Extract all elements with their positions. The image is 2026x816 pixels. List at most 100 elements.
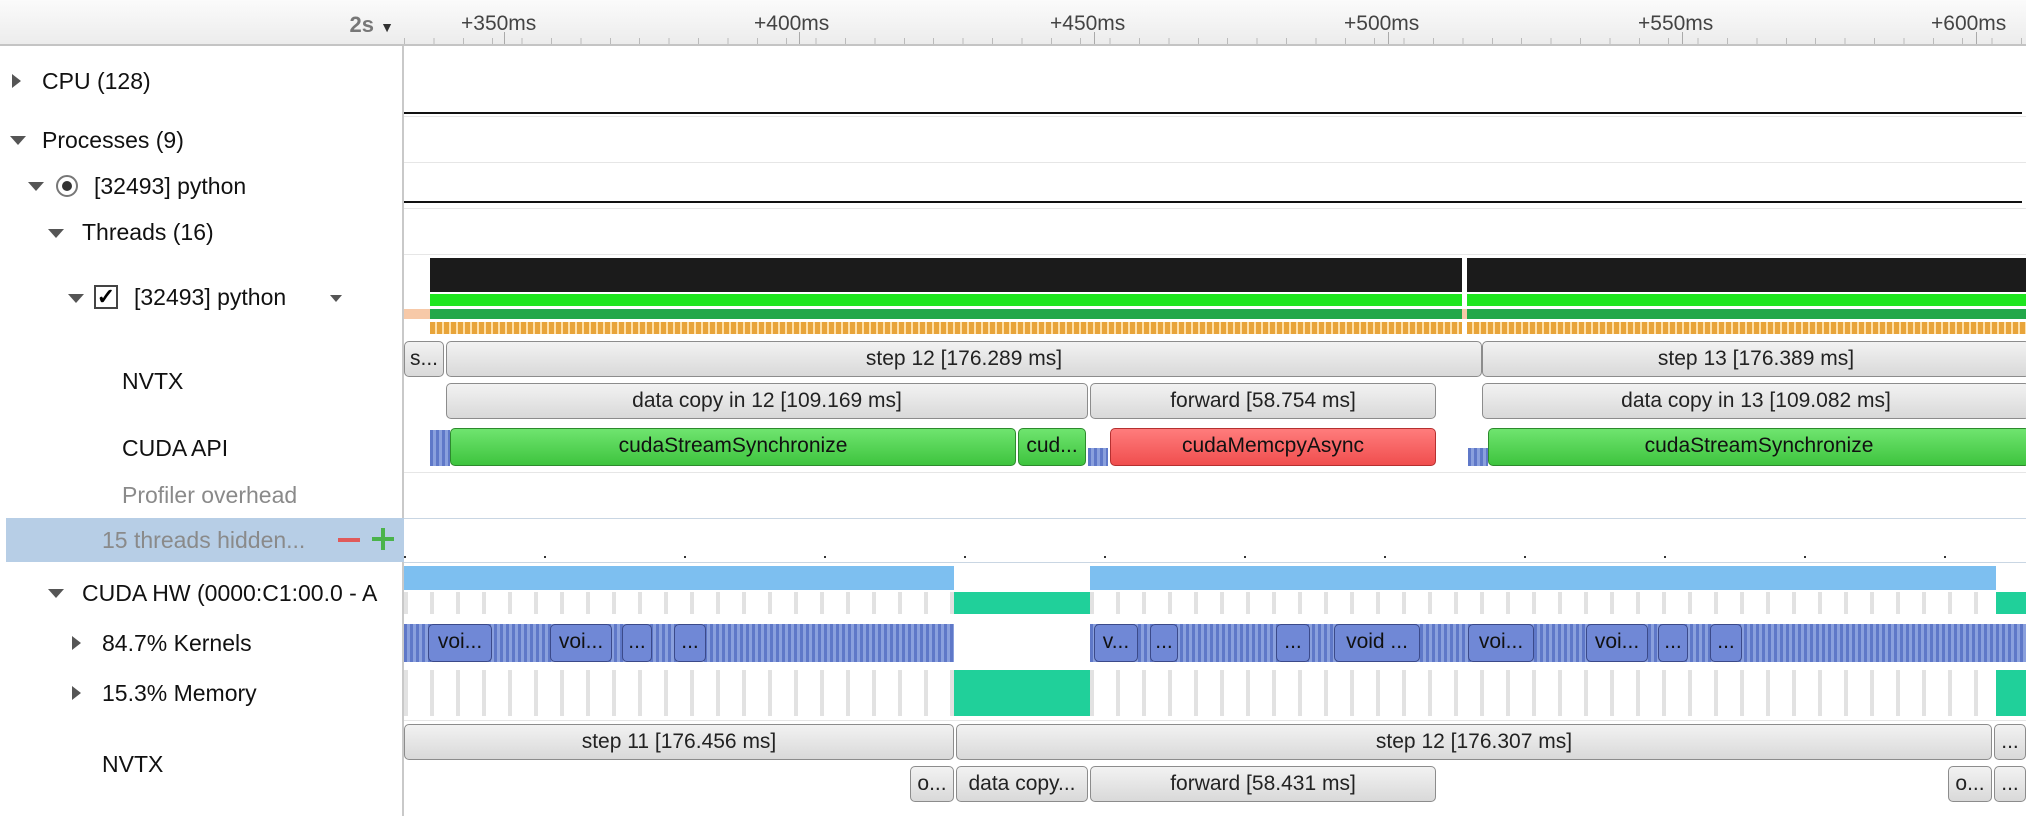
timeline-panel[interactable]: +350ms +400ms +450ms +500ms +550ms +600m…	[404, 0, 2026, 816]
tree-item-profiler-overhead[interactable]: Profiler overhead	[122, 482, 297, 509]
tree-item-thread[interactable]: [32493] python	[134, 284, 286, 311]
time-ruler[interactable]: +350ms +400ms +450ms +500ms +550ms +600m…	[404, 0, 2026, 46]
radio-icon[interactable]	[56, 175, 78, 197]
nvtx-range[interactable]: o...	[1948, 766, 1992, 802]
nvtx-range[interactable]: data copy...	[956, 766, 1088, 802]
tick-label: +400ms	[754, 12, 830, 35]
gpu-util-bar	[404, 566, 954, 590]
expand-icon[interactable]	[12, 74, 21, 88]
nvtx-range[interactable]: step 12 [176.307 ms]	[956, 724, 1992, 760]
row-separator	[404, 116, 2026, 117]
collapse-icon[interactable]	[48, 589, 64, 598]
row-separator	[404, 518, 2026, 519]
kernel-block[interactable]: voi...	[1586, 624, 1648, 662]
thread-activity-block[interactable]	[430, 258, 1462, 292]
thread-sampling-bar	[430, 322, 1462, 334]
nvtx-range[interactable]: ...	[1994, 724, 2026, 760]
tree-item-nvtx[interactable]: NVTX	[122, 368, 183, 395]
kernel-block[interactable]: ...	[1658, 624, 1688, 662]
collapse-icon[interactable]	[48, 229, 64, 238]
kernel-block[interactable]: ...	[674, 624, 706, 662]
gpu-memory-util-bar	[1996, 592, 2026, 614]
cuda-api-call[interactable]: cudaMemcpyAsync	[1110, 428, 1436, 466]
kernel-block[interactable]: ...	[1276, 624, 1310, 662]
process-usage-line	[404, 201, 2022, 203]
hidden-threads-activity	[404, 556, 2026, 558]
nvtx-range[interactable]: data copy in 12 [109.169 ms]	[446, 383, 1088, 419]
row-separator	[404, 720, 2026, 721]
tree-item-cuda-api[interactable]: CUDA API	[122, 435, 228, 462]
expand-icon[interactable]	[72, 686, 81, 700]
kernel-block[interactable]: voi...	[1468, 624, 1534, 662]
tick-label: +450ms	[1050, 12, 1126, 35]
kernel-block[interactable]: ...	[1710, 624, 1742, 662]
thread-state-bar	[1467, 309, 2026, 319]
minus-icon[interactable]	[338, 538, 360, 542]
collapse-icon[interactable]	[10, 136, 26, 145]
gpu-util-ticks	[404, 592, 954, 614]
kernel-block[interactable]: voi...	[550, 624, 612, 662]
kernel-cluster[interactable]	[1090, 624, 2026, 662]
api-call-cluster[interactable]	[1468, 448, 1488, 466]
checkbox-icon[interactable]: ✓	[94, 285, 118, 309]
thread-state-bar	[430, 309, 1462, 319]
gpu-util-ticks	[1090, 592, 1996, 614]
thread-sampling-bar	[1467, 322, 2026, 334]
ruler-minor-ticks	[404, 38, 2026, 44]
kernel-block[interactable]: ...	[622, 624, 652, 662]
nvtx-range[interactable]: o...	[910, 766, 954, 802]
chevron-down-icon[interactable]: ▼	[380, 19, 394, 35]
memcpy-ticks	[1090, 670, 1996, 716]
kernel-block[interactable]: ...	[1150, 624, 1178, 662]
range-label: 2s	[349, 12, 375, 37]
cuda-api-call[interactable]: cud...	[1018, 428, 1086, 466]
row-separator	[404, 472, 2026, 473]
api-call-cluster[interactable]	[1088, 448, 1108, 466]
nvtx-range[interactable]: step 11 [176.456 ms]	[404, 724, 954, 760]
cuda-api-call[interactable]: cudaStreamSynchronize	[1488, 428, 2026, 466]
nvtx-range[interactable]: data copy in 13 [109.082 ms]	[1482, 383, 2026, 419]
tree-panel: 2s ▼ CPU (128) Processes (9) [32493] pyt…	[0, 0, 404, 816]
thread-idle-bar	[404, 309, 430, 319]
cpu-usage-line	[404, 112, 2022, 114]
nvtx-range[interactable]: step 12 [176.289 ms]	[446, 341, 1482, 377]
tree-item-process[interactable]: [32493] python	[94, 173, 246, 200]
nvtx-range[interactable]: step 13 [176.389 ms]	[1482, 341, 2026, 377]
tree-item-kernels[interactable]: 84.7% Kernels	[102, 630, 252, 657]
collapse-icon[interactable]	[68, 294, 84, 303]
thread-menu-icon[interactable]	[330, 295, 342, 302]
tree-item-memory[interactable]: 15.3% Memory	[102, 680, 257, 707]
kernel-block[interactable]: void ...	[1334, 624, 1420, 662]
kernel-block[interactable]: v...	[1094, 624, 1138, 662]
hidden-threads-label: 15 threads hidden...	[102, 527, 306, 553]
tick-label: +550ms	[1638, 12, 1714, 35]
nvtx-range[interactable]: s...	[404, 341, 444, 377]
memcpy-ticks	[404, 670, 954, 716]
nvtx-range[interactable]: ...	[1994, 766, 2026, 802]
hidden-threads-row[interactable]: 15 threads hidden...	[6, 518, 404, 562]
collapse-icon[interactable]	[28, 182, 44, 191]
tick-label: +600ms	[1931, 12, 2007, 35]
tree-item-processes[interactable]: Processes (9)	[42, 127, 184, 154]
cuda-api-call[interactable]: cudaStreamSynchronize	[450, 428, 1016, 466]
expand-icon[interactable]	[72, 636, 81, 650]
memcpy-block[interactable]	[954, 670, 1090, 716]
memcpy-block[interactable]	[1996, 670, 2026, 716]
row-separator	[404, 254, 2026, 255]
thread-running-bar	[430, 294, 1462, 306]
gpu-memory-util-bar	[954, 592, 1090, 614]
ruler-corner: 2s ▼	[0, 0, 404, 46]
tree-item-threads[interactable]: Threads (16)	[82, 219, 214, 246]
plus-icon[interactable]	[372, 528, 394, 550]
tree-item-cpu[interactable]: CPU (128)	[42, 68, 151, 95]
kernel-block[interactable]: voi...	[428, 624, 492, 662]
range-selector[interactable]: 2s ▼	[350, 12, 394, 38]
tick-label: +350ms	[461, 12, 537, 35]
tree-item-nvtx-hw[interactable]: NVTX	[102, 751, 163, 778]
api-call-cluster[interactable]	[430, 430, 450, 466]
nvtx-range[interactable]: forward [58.754 ms]	[1090, 383, 1436, 419]
gpu-util-bar	[1090, 566, 1996, 590]
tree-item-cuda-hw[interactable]: CUDA HW (0000:C1:00.0 - A	[82, 580, 377, 607]
nvtx-range[interactable]: forward [58.431 ms]	[1090, 766, 1436, 802]
thread-activity-block[interactable]	[1467, 258, 2026, 292]
